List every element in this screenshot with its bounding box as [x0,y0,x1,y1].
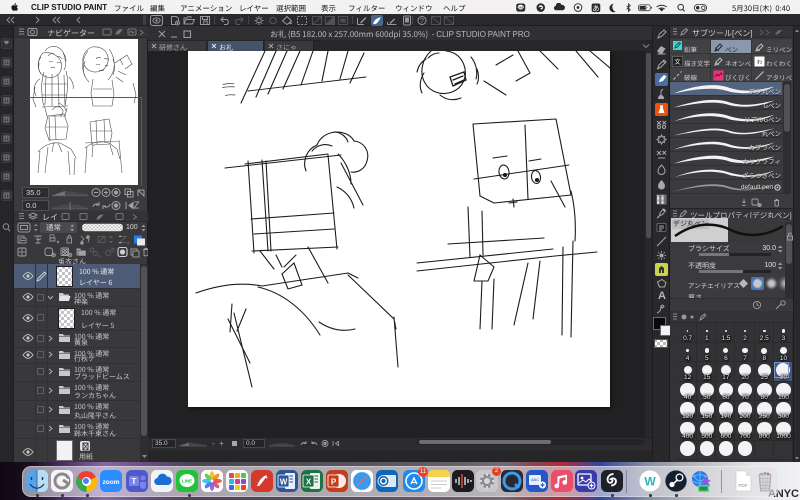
svg-text:zoom: zoom [103,479,120,486]
svg-text:LINE: LINE [182,479,192,484]
svg-text:PDF: PDF [739,483,748,488]
svg-text:わ: わ [757,58,763,66]
svg-text:あ: あ [593,3,600,12]
svg-text:W: W [644,475,656,489]
svg-text:LINE: LINE [518,6,524,9]
svg-text:P: P [331,478,337,487]
svg-text:ABC: ABC [531,477,539,482]
svg-text:X: X [306,478,312,487]
svg-text:W: W [280,478,288,487]
svg-text:T: T [132,477,137,486]
svg-text:?: ? [420,18,424,25]
svg-text:文: 文 [674,56,681,66]
